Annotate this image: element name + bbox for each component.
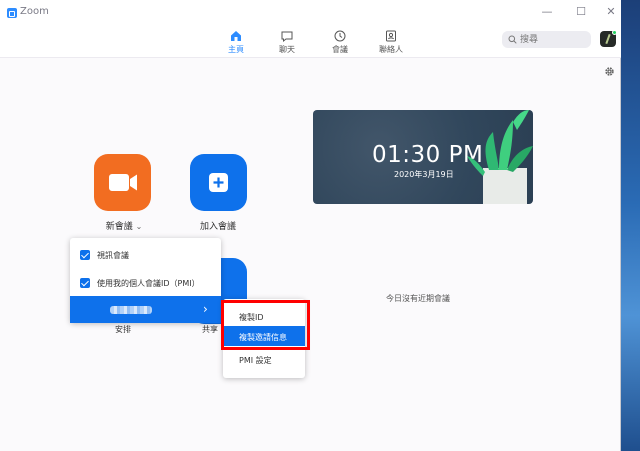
menu-item-label: 使用我的個人會議ID（PMI） <box>97 279 200 288</box>
pmi-settings-item[interactable]: PMI 設定 <box>223 349 305 369</box>
chat-icon <box>281 31 293 43</box>
tab-home-label: 主頁 <box>228 45 244 54</box>
pmi-settings-label: PMI 設定 <box>239 356 272 365</box>
tab-home[interactable]: 主頁 <box>214 29 258 57</box>
chevron-down-icon[interactable]: ⌄ <box>136 222 143 231</box>
clock-time: 01:30 PM <box>372 142 484 168</box>
tab-meetings-label: 會議 <box>332 45 348 54</box>
maximize-button[interactable]: ☐ <box>572 4 590 20</box>
share-screen-label: 共享 <box>202 325 218 334</box>
minimize-button[interactable]: — <box>538 4 556 20</box>
menu-item-video-meeting[interactable]: 視訊會議 <box>70 241 221 269</box>
online-status-dot <box>612 30 617 35</box>
tab-chat[interactable]: 聊天 <box>265 29 309 57</box>
new-meeting-text: 新會議 <box>105 222 133 232</box>
new-meeting-dropdown: 視訊會議 使用我的個人會議ID（PMI） › <box>70 238 221 323</box>
tab-contacts[interactable]: 聯絡人 <box>369 29 413 57</box>
contacts-icon <box>386 30 396 42</box>
menu-item-label: 視訊會議 <box>97 251 129 260</box>
menu-item-pmi-number[interactable]: › <box>70 296 221 323</box>
tab-contacts-label: 聯絡人 <box>379 45 403 54</box>
schedule-label: 安排 <box>115 325 131 334</box>
plus-icon <box>209 173 228 192</box>
clock-date: 2020年3月19日 <box>394 170 454 179</box>
title-bar: Zoom — ☐ ✕ <box>0 0 621 26</box>
chevron-right-icon: › <box>203 302 208 316</box>
new-meeting-label: 新會議 ⌄ <box>84 219 164 232</box>
window-title: Zoom <box>20 6 49 17</box>
checkbox-checked-icon[interactable] <box>80 250 90 260</box>
video-camera-icon <box>109 174 137 191</box>
zoom-logo-icon <box>7 8 17 18</box>
tab-meetings[interactable]: 會議 <box>318 29 362 57</box>
desktop-background <box>620 0 640 451</box>
join-meeting-button[interactable] <box>190 154 247 211</box>
search-icon <box>508 35 517 44</box>
home-icon <box>231 31 241 41</box>
checkbox-checked-icon[interactable] <box>80 278 90 288</box>
search-box[interactable] <box>502 31 591 48</box>
menu-item-use-pmi[interactable]: 使用我的個人會議ID（PMI） <box>70 269 221 297</box>
no-meetings-text: 今日沒有近期會議 <box>386 294 450 303</box>
zoom-window: Zoom — ☐ ✕ 主頁 聊天 會議 聯絡人 搜尋 新會議 ⌄ 加入會議 安排… <box>0 0 621 451</box>
new-meeting-button[interactable] <box>94 154 151 211</box>
top-toolbar: 主頁 聊天 會議 聯絡人 <box>0 26 621 58</box>
close-button[interactable]: ✕ <box>602 4 620 20</box>
highlight-box <box>221 300 310 350</box>
search-input[interactable] <box>520 32 588 47</box>
gear-icon[interactable] <box>604 66 615 77</box>
join-meeting-label: 加入會議 <box>199 222 236 232</box>
redacted-pmi <box>110 306 152 314</box>
clock-icon <box>334 30 346 42</box>
tab-chat-label: 聊天 <box>279 45 295 54</box>
